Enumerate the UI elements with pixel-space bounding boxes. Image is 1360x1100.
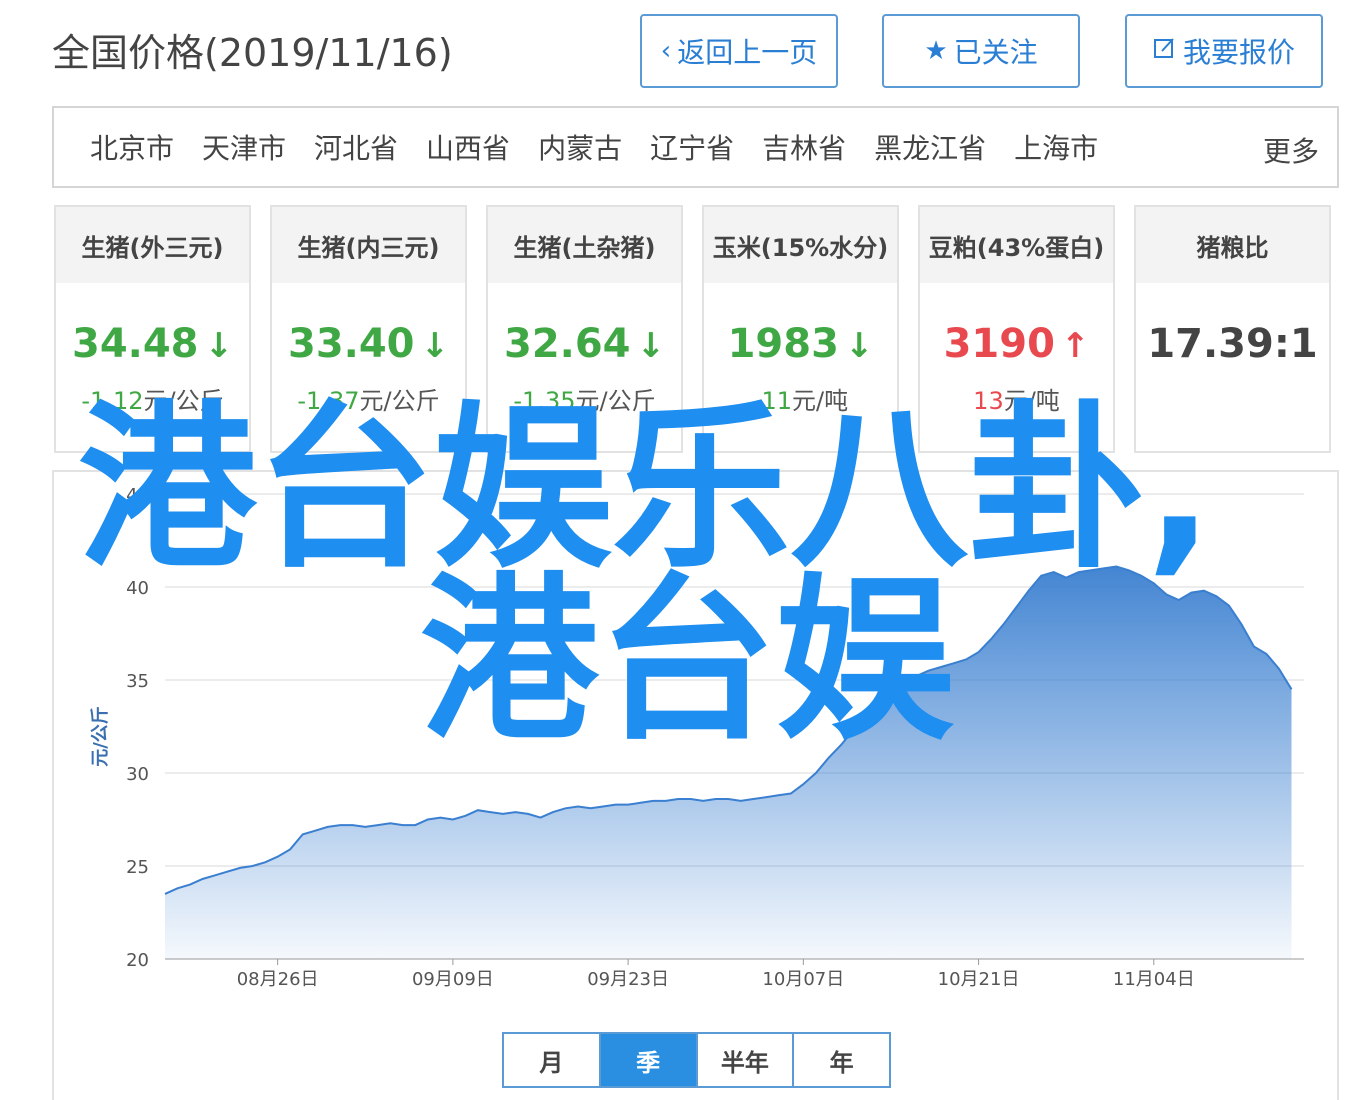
price-card-change-unit: 元/公斤 bbox=[575, 387, 656, 415]
price-card-change: -11元/吨 bbox=[704, 381, 897, 416]
price-card-value-text: 32.64 bbox=[503, 321, 631, 367]
price-card-value: 33.40 ↓ bbox=[272, 321, 465, 367]
star-icon: ★ bbox=[924, 36, 948, 66]
y-tick-label: 35 bbox=[126, 671, 149, 692]
arrow-down-icon: ↓ bbox=[420, 326, 450, 366]
price-card-change-unit: 元/公斤 bbox=[143, 387, 224, 415]
price-card[interactable]: 生猪(内三元) 33.40 ↓ -1.37元/公斤 bbox=[270, 205, 467, 453]
price-card-title: 生猪(内三元) bbox=[272, 207, 465, 283]
price-card-value-text: 33.40 bbox=[287, 321, 415, 367]
price-card-value: 17.39:1 bbox=[1136, 321, 1329, 367]
region-item[interactable]: 天津市 bbox=[202, 127, 286, 167]
price-card-title: 生猪(外三元) bbox=[56, 207, 249, 283]
price-card-change: 13元/吨 bbox=[920, 381, 1113, 416]
y-tick-label: 25 bbox=[126, 857, 149, 878]
price-card-change-value: -1.35 bbox=[513, 387, 576, 415]
x-tick-label: 10月21日 bbox=[938, 969, 1020, 990]
range-tab-quarter[interactable]: 季 bbox=[600, 1034, 698, 1086]
price-card-change: -1.37元/公斤 bbox=[272, 381, 465, 416]
price-card[interactable]: 猪粮比 17.39:1 bbox=[1134, 205, 1331, 453]
price-card-value: 1983 ↓ bbox=[704, 321, 897, 367]
range-tab-year[interactable]: 年 bbox=[794, 1034, 889, 1086]
y-axis-label: 元/公斤 bbox=[90, 706, 111, 767]
price-card-value: 32.64 ↓ bbox=[488, 321, 681, 367]
region-item[interactable]: 上海市 bbox=[1014, 127, 1098, 167]
price-card-title: 猪粮比 bbox=[1136, 207, 1329, 283]
price-card-change: -1.35元/公斤 bbox=[488, 381, 681, 416]
price-card-value-text: 3190 bbox=[943, 321, 1055, 367]
quote-button-label: 我要报价 bbox=[1182, 36, 1295, 69]
region-item[interactable]: 吉林省 bbox=[762, 127, 846, 167]
series-area bbox=[165, 566, 1292, 959]
price-card-change-unit: 元/公斤 bbox=[359, 387, 440, 415]
arrow-up-icon: ↑ bbox=[1060, 326, 1090, 366]
price-card-value-text: 34.48 bbox=[71, 321, 199, 367]
follow-button-label: 已关注 bbox=[953, 36, 1038, 69]
price-card-change: -1.12元/公斤 bbox=[56, 381, 249, 416]
x-tick-label: 09月23日 bbox=[587, 969, 669, 990]
region-item[interactable]: 辽宁省 bbox=[650, 127, 734, 167]
price-card-change-value: -1.12 bbox=[81, 387, 144, 415]
y-tick-label: 30 bbox=[126, 764, 149, 785]
price-card-change-unit: 元/吨 bbox=[1003, 387, 1060, 415]
price-card-value: 34.48 ↓ bbox=[56, 321, 249, 367]
price-chart: 20 25 30 35 40 45 08月26日 09月09日 09月23日 10月07日 10月2… bbox=[52, 470, 1339, 1100]
y-tick-label: 20 bbox=[126, 950, 149, 971]
follow-button[interactable]: ★ 已关注 bbox=[882, 14, 1080, 88]
page-title: 全国价格(2019/11/16) bbox=[52, 31, 453, 75]
price-card-change-value: -1.37 bbox=[297, 387, 360, 415]
arrow-down-icon: ↓ bbox=[844, 326, 874, 366]
region-item[interactable]: 内蒙古 bbox=[538, 127, 622, 167]
back-button[interactable]: ‹ 返回上一页 bbox=[640, 14, 838, 88]
region-item[interactable]: 山西省 bbox=[426, 127, 510, 167]
x-tick-label: 08月26日 bbox=[237, 969, 319, 990]
price-card-title: 玉米(15%水分) bbox=[704, 207, 897, 283]
price-card-change-value: -11 bbox=[752, 387, 793, 415]
region-bar: 北京市 天津市 河北省 山西省 内蒙古 辽宁省 吉林省 黑龙江省 上海市 更多 bbox=[52, 106, 1339, 188]
range-tab-month[interactable]: 月 bbox=[504, 1034, 601, 1086]
region-item[interactable]: 北京市 bbox=[90, 127, 174, 167]
region-item[interactable]: 黑龙江省 bbox=[874, 127, 986, 167]
price-card-value: 3190 ↑ bbox=[920, 321, 1113, 367]
price-card[interactable]: 生猪(土杂猪) 32.64 ↓ -1.35元/公斤 bbox=[486, 205, 683, 453]
price-card-title: 生猪(土杂猪) bbox=[488, 207, 681, 283]
range-tabs: 月 季 半年 年 bbox=[502, 1032, 891, 1088]
y-tick-label: 45 bbox=[126, 485, 149, 506]
price-chart-svg: 20 25 30 35 40 45 08月26日 09月09日 09月23日 10月07日 10月2… bbox=[90, 485, 1304, 990]
x-tick-label: 11月04日 bbox=[1113, 969, 1195, 990]
y-tick-label: 40 bbox=[126, 578, 149, 599]
edit-icon bbox=[1153, 36, 1177, 67]
region-item[interactable]: 河北省 bbox=[314, 127, 398, 167]
price-card-change-unit: 元/吨 bbox=[792, 387, 849, 415]
arrow-down-icon: ↓ bbox=[636, 326, 666, 366]
arrow-down-icon: ↓ bbox=[204, 326, 234, 366]
price-card[interactable]: 生猪(外三元) 34.48 ↓ -1.12元/公斤 bbox=[54, 205, 251, 453]
chevron-left-icon: ‹ bbox=[660, 36, 672, 66]
back-button-label: 返回上一页 bbox=[677, 36, 818, 69]
price-card-value-text: 1983 bbox=[727, 321, 839, 367]
region-more-link[interactable]: 更多 bbox=[1263, 130, 1319, 170]
price-card-value-text: 17.39:1 bbox=[1147, 321, 1318, 367]
price-card-change-value: 13 bbox=[973, 387, 1004, 415]
quote-button[interactable]: 我要报价 bbox=[1125, 14, 1323, 88]
price-card[interactable]: 豆粕(43%蛋白) 3190 ↑ 13元/吨 bbox=[918, 205, 1115, 453]
x-tick-label: 09月09日 bbox=[412, 969, 494, 990]
price-card[interactable]: 玉米(15%水分) 1983 ↓ -11元/吨 bbox=[702, 205, 899, 453]
price-card-title: 豆粕(43%蛋白) bbox=[920, 207, 1113, 283]
range-tab-half-year[interactable]: 半年 bbox=[698, 1034, 795, 1086]
x-tick-label: 10月07日 bbox=[762, 969, 844, 990]
